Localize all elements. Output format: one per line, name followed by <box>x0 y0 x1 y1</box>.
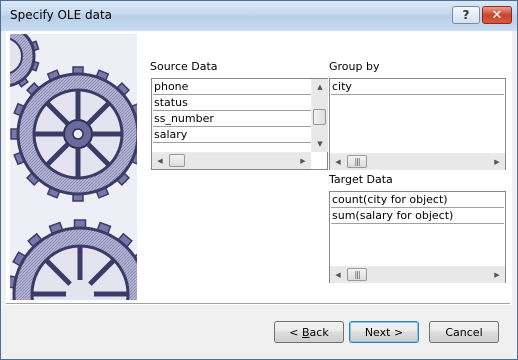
back-label-accelerator: B <box>302 325 310 339</box>
title-bar: Specify OLE data ? ✕ <box>1 1 517 31</box>
scroll-thumb[interactable]: ||| <box>347 155 367 168</box>
help-icon: ? <box>462 8 470 22</box>
close-icon: ✕ <box>491 7 503 23</box>
target-data-label: Target Data <box>329 173 393 186</box>
scroll-left-icon[interactable]: ◀ <box>152 153 168 169</box>
back-label-rest: ack <box>309 325 329 339</box>
group-by-label: Group by <box>329 60 380 73</box>
horizontal-scrollbar[interactable]: ◀ ||| ▶ <box>330 266 505 283</box>
close-button[interactable]: ✕ <box>482 6 512 24</box>
dialog-window: Specify OLE data ? ✕ Source Data phone s… <box>0 0 518 360</box>
back-label-prefix: < <box>289 325 302 339</box>
scroll-thumb[interactable]: ||| <box>347 268 367 281</box>
button-bar: < Back Next > Cancel <box>1 305 517 359</box>
list-item[interactable]: sum(salary for object) <box>331 209 504 224</box>
scroll-up-icon[interactable]: ▲ <box>312 79 328 95</box>
scroll-right-icon[interactable]: ▶ <box>295 153 311 169</box>
target-data-list[interactable]: count(city for object) sum(salary for ob… <box>329 191 506 283</box>
list-item[interactable]: city <box>331 80 504 95</box>
scroll-left-icon[interactable]: ◀ <box>330 267 346 283</box>
back-button[interactable]: < Back <box>274 321 344 343</box>
horizontal-scrollbar[interactable]: ◀ ▶ <box>152 152 311 169</box>
scroll-thumb[interactable] <box>169 154 185 167</box>
horizontal-scrollbar[interactable]: ◀ ||| ▶ <box>330 153 505 170</box>
list-item[interactable]: ss_number <box>153 112 326 127</box>
list-item[interactable]: salary <box>153 128 326 143</box>
group-by-list[interactable]: city ◀ ||| ▶ <box>329 78 506 170</box>
source-data-list[interactable]: phone status ss_number salary ▲ ▼ ◀ ▶ <box>151 78 328 170</box>
gears-image <box>10 34 137 300</box>
gears-illustration <box>10 34 137 300</box>
help-button[interactable]: ? <box>452 6 480 24</box>
scroll-right-icon[interactable]: ▶ <box>489 154 505 170</box>
source-data-label: Source Data <box>150 60 218 73</box>
vertical-scrollbar[interactable]: ▲ ▼ <box>311 79 328 152</box>
scroll-down-icon[interactable]: ▼ <box>312 136 328 152</box>
cancel-button[interactable]: Cancel <box>429 321 499 343</box>
list-item[interactable]: count(city for object) <box>331 193 504 208</box>
list-item[interactable]: phone <box>153 80 326 95</box>
list-item[interactable]: status <box>153 96 326 111</box>
scroll-thumb[interactable] <box>313 109 326 125</box>
scroll-left-icon[interactable]: ◀ <box>330 154 346 170</box>
next-button[interactable]: Next > <box>349 321 419 343</box>
window-title: Specify OLE data <box>10 8 113 22</box>
scroll-right-icon[interactable]: ▶ <box>489 267 505 283</box>
